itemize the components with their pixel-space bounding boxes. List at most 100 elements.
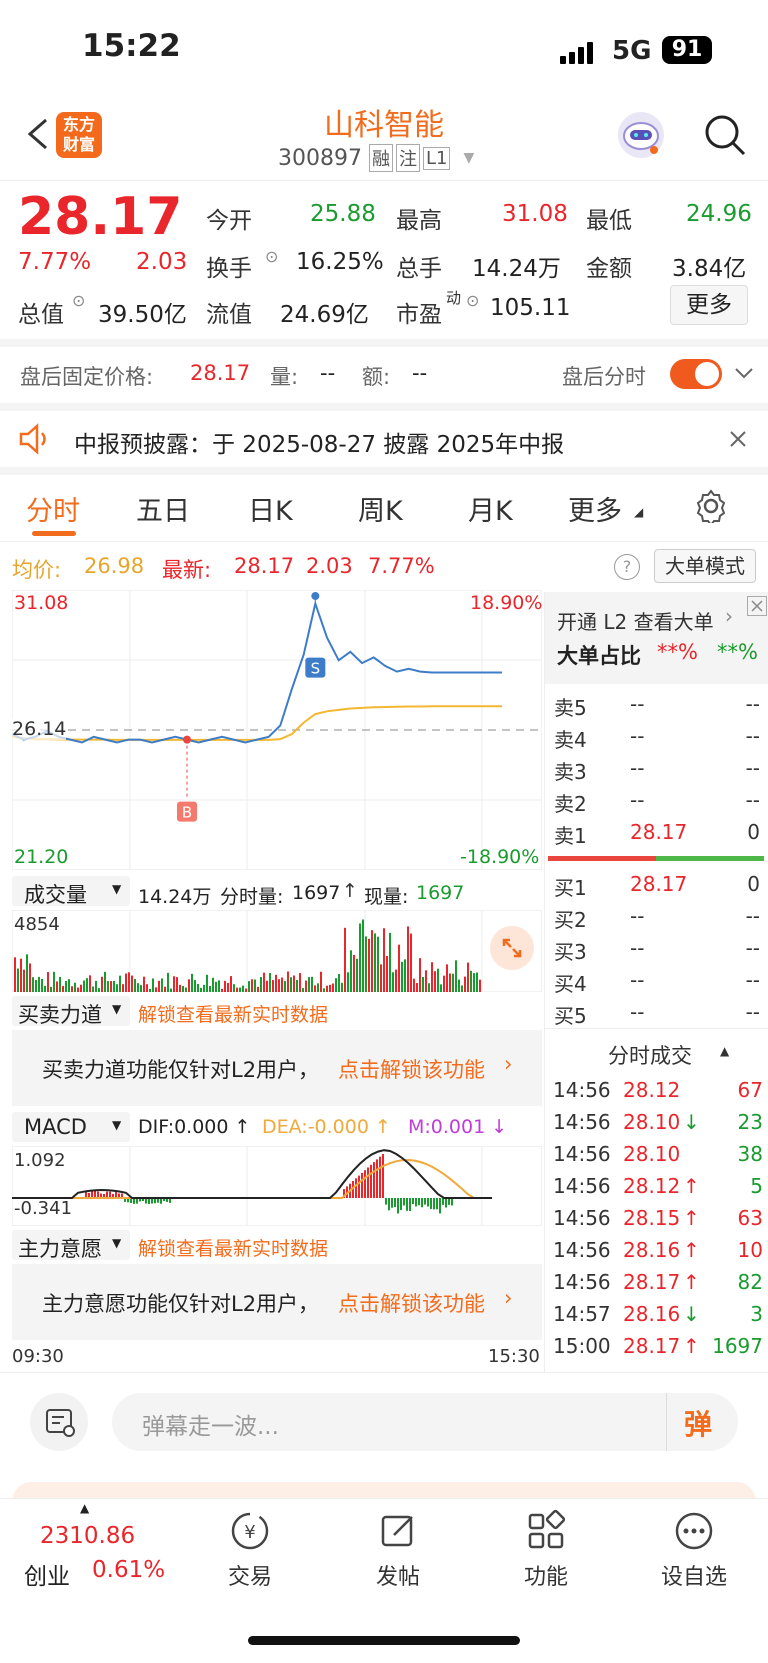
main-force-selector[interactable]: 主力意愿 ▼ <box>12 1230 130 1261</box>
bid-row: 买1 28.17 0 <box>554 872 760 904</box>
danmaku-input[interactable]: 弹幕走一波... 弹 <box>112 1393 738 1451</box>
volume-bar <box>227 982 229 992</box>
volume-bar <box>266 980 268 992</box>
l2-link[interactable]: 开通 L2 查看大单 <box>557 606 714 635</box>
expand-icon[interactable] <box>490 926 534 970</box>
sell-marker-label: S <box>311 660 321 678</box>
volume-bar <box>365 936 367 992</box>
volume-bar <box>440 984 442 992</box>
tab-weekly-k[interactable]: 周K <box>358 489 403 528</box>
volume-bar <box>53 971 55 992</box>
ask-label: 卖2 <box>554 792 587 816</box>
main-force-unlock-text[interactable]: 解锁查看最新实时数据 <box>138 1234 328 1261</box>
robot-assistant-icon[interactable] <box>618 112 664 158</box>
bid-row: 买4 -- -- <box>554 968 760 1000</box>
force-locked-panel[interactable]: 买卖力道功能仅针对L2用户， 点击解锁该功能 › <box>12 1030 542 1106</box>
volume-selector-label: 成交量 <box>24 883 87 907</box>
danmaku-send-button[interactable]: 弹 <box>684 1403 712 1443</box>
bid-price: -- <box>630 936 645 960</box>
selector-caret-icon: ▼ <box>112 1118 122 1132</box>
volume-bar <box>341 982 343 992</box>
change-value: 2.03 <box>136 249 188 275</box>
force-unlock-text[interactable]: 解锁查看最新实时数据 <box>138 1000 328 1027</box>
nav-trade[interactable]: ¥ 交易 <box>200 1509 300 1591</box>
volume-now-label: 现量: <box>364 886 409 908</box>
trade-qty: 63 <box>737 1206 763 1230</box>
search-icon[interactable] <box>702 112 748 158</box>
ask-price: -- <box>630 724 645 748</box>
macd-bar <box>415 1198 417 1207</box>
big-order-mode-button[interactable]: 大单模式 <box>654 549 756 583</box>
pe-value: 105.11 <box>490 295 571 321</box>
nav-add-watchlist[interactable]: 设自选 <box>644 1509 744 1591</box>
trade-row: 14:56 28.15 ↑ 63 <box>553 1206 763 1240</box>
trade-time: 14:56 <box>553 1206 611 1230</box>
nav-post[interactable]: 发帖 <box>348 1509 448 1591</box>
selector-caret-icon: ▼ <box>112 882 122 896</box>
main-force-locked-panel[interactable]: 主力意愿功能仅针对L2用户， 点击解锁该功能 › <box>12 1264 542 1340</box>
info-dots-icon[interactable]: ⊙ <box>265 247 278 266</box>
macd-selector-label: MACD <box>24 1115 87 1139</box>
close-icon[interactable] <box>747 596 767 616</box>
tab-daily-k[interactable]: 日K <box>248 489 293 528</box>
big-ratio-green: **% <box>717 640 758 664</box>
trade-qty: 5 <box>750 1174 763 1198</box>
tab-more[interactable]: 更多 <box>568 489 622 528</box>
main-force-selector-label: 主力意愿 <box>18 1237 102 1261</box>
macd-bar <box>397 1198 399 1214</box>
volume-bar <box>353 954 355 992</box>
trades-title-row[interactable]: 分时成交 ▲ <box>544 1036 768 1072</box>
volume-bar <box>167 972 169 992</box>
danmaku-settings-icon[interactable] <box>30 1393 88 1451</box>
price-chart[interactable]: BS <box>12 590 542 870</box>
ask-qty: -- <box>745 724 760 748</box>
help-icon[interactable]: ? <box>614 554 640 580</box>
volume-bar <box>317 983 319 992</box>
divider <box>666 1393 667 1451</box>
after-hours-toggle[interactable] <box>670 359 722 389</box>
y-top-label: 31.08 <box>14 592 69 614</box>
pe-info-icon[interactable]: ⊙ <box>466 291 479 310</box>
chart-info-row: 均价: 26.98 最新: 28.17 2.03 7.77% ? 大单模式 <box>0 548 768 588</box>
index-ticker[interactable]: ▲ 2310.86 创业 0.61% <box>18 1499 178 1609</box>
force-selector[interactable]: 买卖力道 ▼ <box>12 996 130 1027</box>
ask-row: 卖1 28.17 0 <box>554 820 760 852</box>
ask-row: 卖3 -- -- <box>554 756 760 788</box>
chevron-right-icon: › <box>504 1052 513 1076</box>
volume-bar <box>290 977 292 992</box>
trade-price: 28.17 <box>623 1334 681 1358</box>
trade-time: 14:56 <box>553 1270 611 1294</box>
tab-intraday[interactable]: 分时 <box>26 489 80 528</box>
volume-bar <box>134 979 136 992</box>
stock-code-row[interactable]: 300897 融 注 L1 ▼ <box>278 144 474 172</box>
mktcap-info-icon[interactable]: ⊙ <box>72 291 85 310</box>
force-unlock-link[interactable]: 点击解锁该功能 <box>338 1054 485 1084</box>
nav-functions[interactable]: 功能 <box>496 1509 596 1591</box>
main-force-unlock-link[interactable]: 点击解锁该功能 <box>338 1288 485 1318</box>
more-button[interactable]: 更多 <box>670 285 748 325</box>
macd-bar <box>391 1198 393 1208</box>
volume-bar <box>158 980 160 992</box>
tab-monthly-k[interactable]: 月K <box>468 489 513 528</box>
volume-bar <box>464 976 466 992</box>
settings-icon[interactable] <box>694 489 728 527</box>
macd-selector[interactable]: MACD ▼ <box>12 1112 130 1142</box>
status-bar: 15:22 5G 91 <box>0 0 768 100</box>
open-value: 25.88 <box>310 201 376 227</box>
ask-qty: -- <box>745 692 760 716</box>
volume-bar <box>320 971 322 992</box>
ask-price: 28.17 <box>630 820 688 844</box>
trade-qty: 82 <box>737 1270 763 1294</box>
notice-banner[interactable]: 中报预披露：于 2025-08-27 披露 2025年中报 <box>0 411 768 467</box>
close-icon[interactable] <box>726 427 750 455</box>
volume-chart <box>12 910 542 992</box>
l2-promo[interactable]: 开通 L2 查看大单 › 大单占比 **% **% <box>545 592 768 684</box>
volume-bar <box>170 988 172 992</box>
turnover-label: 换手 <box>206 256 252 282</box>
collapse-up-icon: ▲ <box>720 1044 730 1058</box>
volume-selector[interactable]: 成交量 ▼ <box>12 876 130 907</box>
tab-five-day[interactable]: 五日 <box>136 489 190 528</box>
chevron-down-icon[interactable] <box>732 361 756 389</box>
chg-value: 2.03 <box>306 554 353 578</box>
volume-bar <box>242 985 244 992</box>
